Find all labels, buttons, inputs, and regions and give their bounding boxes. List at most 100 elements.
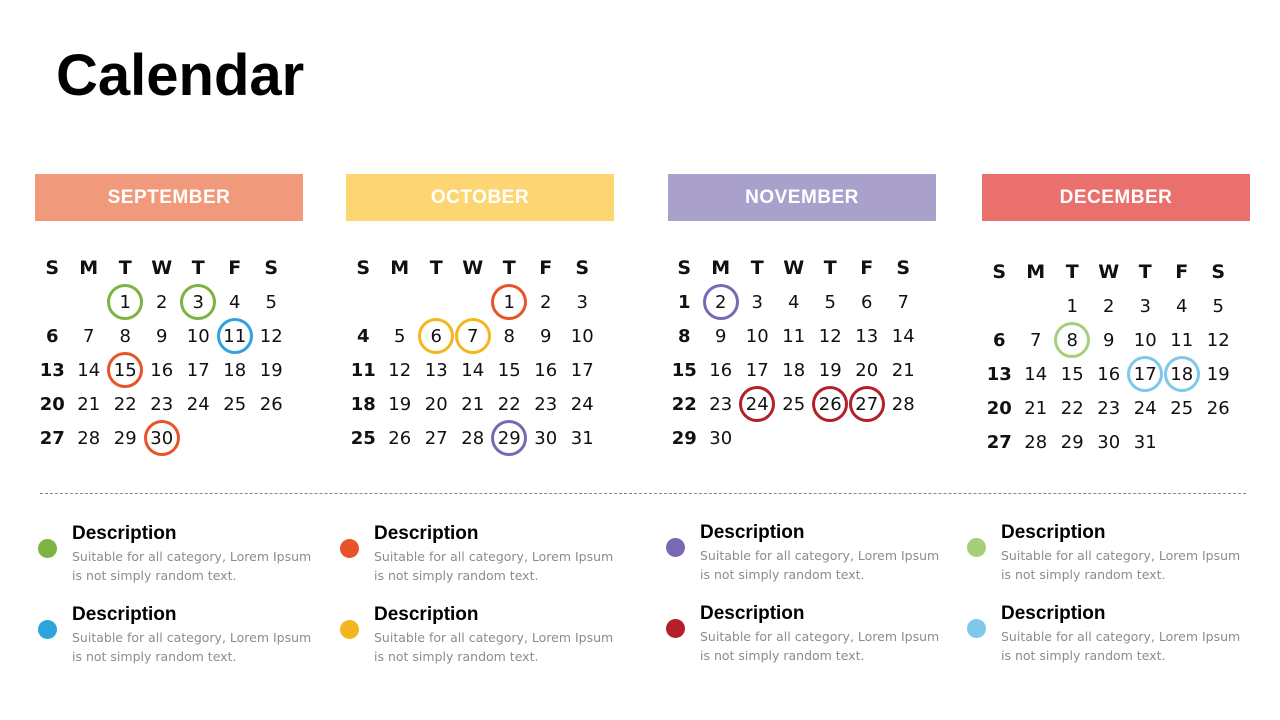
day-cell[interactable]: 6 (981, 323, 1018, 357)
day-cell[interactable]: 12 (382, 353, 419, 387)
day-cell[interactable]: 5 (382, 319, 419, 353)
day-cell[interactable]: 9 (528, 319, 565, 353)
day-cell[interactable]: 19 (1200, 357, 1237, 391)
day-cell[interactable]: 21 (885, 353, 922, 387)
day-cell[interactable]: 11 (776, 319, 813, 353)
day-cell[interactable]: 11 (345, 353, 382, 387)
highlighted-day[interactable]: 3 (180, 284, 217, 320)
day-cell[interactable]: 4 (345, 319, 382, 353)
day-cell[interactable]: 25 (776, 387, 813, 421)
day-cell[interactable]: 22 (666, 387, 703, 421)
day-cell[interactable]: 16 (144, 353, 181, 387)
highlighted-day[interactable]: 15 (107, 352, 144, 388)
day-cell[interactable]: 17 (739, 353, 776, 387)
day-cell[interactable]: 19 (382, 387, 419, 421)
day-cell[interactable]: 6 (34, 319, 71, 353)
highlighted-day[interactable]: 1 (107, 284, 144, 320)
day-cell[interactable]: 12 (1200, 323, 1237, 357)
day-cell[interactable]: 6 (849, 285, 886, 319)
day-cell[interactable]: 7 (1018, 323, 1055, 357)
day-cell[interactable]: 16 (528, 353, 565, 387)
day-cell[interactable]: 30 (528, 421, 565, 455)
highlighted-day[interactable]: 24 (739, 386, 776, 422)
day-cell[interactable]: 2 (144, 285, 181, 319)
day-cell[interactable]: 10 (180, 319, 217, 353)
day-cell[interactable]: 24 (564, 387, 601, 421)
day-cell[interactable]: 18 (217, 353, 254, 387)
day-cell[interactable]: 20 (849, 353, 886, 387)
day-cell[interactable]: 5 (1200, 289, 1237, 323)
day-cell[interactable]: 28 (1018, 425, 1055, 459)
day-cell[interactable]: 29 (107, 421, 144, 455)
day-cell[interactable]: 13 (34, 353, 71, 387)
day-cell[interactable]: 5 (253, 285, 290, 319)
day-cell[interactable]: 9 (144, 319, 181, 353)
day-cell[interactable]: 7 (71, 319, 108, 353)
day-cell[interactable]: 12 (253, 319, 290, 353)
day-cell[interactable]: 25 (217, 387, 254, 421)
day-cell[interactable]: 18 (345, 387, 382, 421)
day-cell[interactable]: 21 (1018, 391, 1055, 425)
day-cell[interactable]: 3 (564, 285, 601, 319)
day-cell[interactable]: 16 (703, 353, 740, 387)
day-cell[interactable]: 8 (491, 319, 528, 353)
day-cell[interactable]: 7 (885, 285, 922, 319)
day-cell[interactable]: 23 (144, 387, 181, 421)
day-cell[interactable]: 19 (253, 353, 290, 387)
day-cell[interactable]: 29 (1054, 425, 1091, 459)
day-cell[interactable]: 28 (455, 421, 492, 455)
day-cell[interactable]: 17 (564, 353, 601, 387)
day-cell[interactable]: 26 (382, 421, 419, 455)
day-cell[interactable]: 28 (885, 387, 922, 421)
day-cell[interactable]: 14 (885, 319, 922, 353)
day-cell[interactable]: 9 (703, 319, 740, 353)
highlighted-day[interactable]: 11 (216, 318, 254, 354)
day-cell[interactable]: 2 (1091, 289, 1128, 323)
highlighted-day[interactable]: 8 (1054, 322, 1091, 358)
day-cell[interactable]: 10 (564, 319, 601, 353)
day-cell[interactable]: 19 (812, 353, 849, 387)
day-cell[interactable]: 2 (528, 285, 565, 319)
day-cell[interactable]: 22 (107, 387, 144, 421)
day-cell[interactable]: 23 (1091, 391, 1128, 425)
highlighted-day[interactable]: 29 (491, 420, 528, 456)
highlighted-day[interactable]: 27 (848, 386, 886, 422)
day-cell[interactable]: 8 (107, 319, 144, 353)
day-cell[interactable]: 23 (703, 387, 740, 421)
day-cell[interactable]: 27 (418, 421, 455, 455)
day-cell[interactable]: 27 (981, 425, 1018, 459)
day-cell[interactable]: 13 (981, 357, 1018, 391)
highlighted-day[interactable]: 2 (702, 284, 740, 320)
day-cell[interactable]: 26 (253, 387, 290, 421)
day-cell[interactable]: 25 (345, 421, 382, 455)
day-cell[interactable]: 13 (418, 353, 455, 387)
highlighted-day[interactable]: 18 (1163, 356, 1201, 392)
day-cell[interactable]: 27 (34, 421, 71, 455)
highlighted-day[interactable]: 7 (454, 318, 492, 354)
day-cell[interactable]: 14 (1018, 357, 1055, 391)
day-cell[interactable]: 21 (455, 387, 492, 421)
day-cell[interactable]: 18 (776, 353, 813, 387)
day-cell[interactable]: 13 (849, 319, 886, 353)
highlighted-day[interactable]: 6 (418, 318, 455, 354)
day-cell[interactable]: 31 (564, 421, 601, 455)
day-cell[interactable]: 5 (812, 285, 849, 319)
day-cell[interactable]: 17 (180, 353, 217, 387)
day-cell[interactable]: 20 (418, 387, 455, 421)
day-cell[interactable]: 3 (1127, 289, 1164, 323)
highlighted-day[interactable]: 26 (812, 386, 849, 422)
highlighted-day[interactable]: 1 (491, 284, 528, 320)
day-cell[interactable]: 30 (703, 421, 740, 455)
day-cell[interactable]: 15 (1054, 357, 1091, 391)
day-cell[interactable]: 11 (1164, 323, 1201, 357)
day-cell[interactable]: 15 (666, 353, 703, 387)
day-cell[interactable]: 25 (1164, 391, 1201, 425)
day-cell[interactable]: 12 (812, 319, 849, 353)
day-cell[interactable]: 30 (1091, 425, 1128, 459)
day-cell[interactable]: 15 (491, 353, 528, 387)
day-cell[interactable]: 24 (1127, 391, 1164, 425)
day-cell[interactable]: 31 (1127, 425, 1164, 459)
day-cell[interactable]: 8 (666, 319, 703, 353)
day-cell[interactable]: 3 (739, 285, 776, 319)
day-cell[interactable]: 1 (666, 285, 703, 319)
